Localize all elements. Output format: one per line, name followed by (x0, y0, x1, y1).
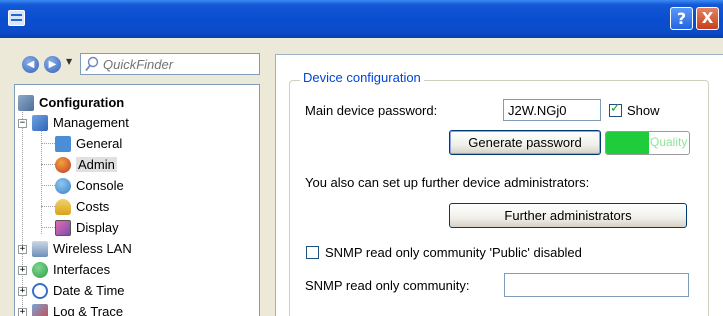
tree-node-label: Configuration (39, 95, 125, 110)
tree-node-configuration[interactable]: Configuration (18, 93, 124, 113)
tree-node-label: Wireless LAN (53, 241, 132, 256)
date-time-icon (32, 282, 48, 299)
collapse-management-toggle[interactable]: − (18, 119, 27, 128)
search-icon (85, 56, 99, 72)
navigation-toolbar: ◀ ▶ ▼ (14, 52, 260, 78)
administrators-info-text: You also can set up further device admin… (305, 175, 590, 190)
tree-node-interfaces[interactable]: Interfaces (32, 260, 110, 280)
admin-icon (55, 156, 71, 173)
tree-connector-line (41, 143, 55, 144)
interfaces-icon (32, 261, 48, 278)
forward-arrow-icon[interactable]: ▶ (44, 56, 61, 73)
tree-node-label: Date & Time (53, 283, 125, 298)
quickfinder-input[interactable] (103, 56, 253, 72)
management-icon (32, 114, 48, 131)
tree-node-label: Console (76, 178, 124, 193)
tree-connector-line (41, 185, 55, 186)
tree-node-label: Log & Trace (53, 304, 124, 316)
generate-password-button[interactable]: Generate password (449, 130, 601, 155)
expand-date-time-toggle[interactable]: + (18, 287, 27, 296)
quality-fill (606, 132, 650, 154)
console-icon (55, 177, 71, 194)
configuration-tree: Configuration − Management General Admin… (14, 84, 260, 316)
tree-connector-line (22, 107, 23, 316)
tree-node-general[interactable]: General (55, 134, 122, 154)
password-quality-meter: Quality (605, 131, 690, 155)
tree-node-label: Display (76, 220, 119, 235)
tree-node-label: Management (53, 115, 129, 130)
show-password-checkbox[interactable] (609, 101, 622, 117)
quickfinder-box[interactable] (80, 53, 260, 75)
expand-log-trace-toggle[interactable]: + (18, 308, 27, 316)
tree-connector-line (41, 164, 55, 165)
snmp-public-disabled-checkbox[interactable] (306, 246, 319, 259)
dropdown-arrow-icon[interactable]: ▼ (66, 57, 72, 66)
tree-node-log-trace[interactable]: Log & Trace (32, 302, 123, 316)
tree-node-costs[interactable]: Costs (55, 197, 109, 217)
costs-icon (55, 198, 71, 215)
snmp-community-field[interactable] (504, 273, 689, 297)
tree-node-management[interactable]: Management (32, 113, 129, 133)
expand-interfaces-toggle[interactable]: + (18, 266, 27, 275)
app-window-icon (8, 10, 25, 26)
tree-connector-line (41, 129, 42, 234)
snmp-public-disabled-label: SNMP read only community 'Public' disabl… (325, 245, 582, 260)
tree-node-label: Interfaces (53, 262, 111, 277)
tree-node-console[interactable]: Console (55, 176, 124, 196)
snmp-community-label: SNMP read only community: (305, 278, 470, 293)
tree-node-display[interactable]: Display (55, 218, 119, 238)
tree-node-date-time[interactable]: Date & Time (32, 281, 125, 301)
configuration-icon (18, 94, 34, 111)
tree-node-label: General (76, 136, 123, 151)
title-bar: ? X (0, 0, 723, 38)
tree-node-wireless-lan[interactable]: Wireless LAN (32, 239, 132, 259)
tree-node-admin[interactable]: Admin (55, 155, 117, 175)
tree-node-label: Costs (76, 199, 110, 214)
display-icon (55, 219, 71, 236)
back-arrow-icon[interactable]: ◀ (22, 56, 39, 73)
log-trace-icon (32, 303, 48, 316)
further-administrators-button[interactable]: Further administrators (449, 203, 687, 228)
quality-label: Quality (650, 135, 688, 149)
tree-connector-line (41, 227, 55, 228)
expand-wireless-lan-toggle[interactable]: + (18, 245, 27, 254)
show-label: Show (627, 103, 660, 118)
close-button[interactable]: X (696, 7, 719, 30)
password-field[interactable] (503, 99, 601, 121)
general-icon (55, 135, 71, 152)
tree-connector-line (41, 206, 55, 207)
group-title: Device configuration (300, 70, 424, 85)
password-label: Main device password: (305, 103, 438, 118)
help-button[interactable]: ? (670, 7, 693, 30)
wireless-lan-icon (32, 240, 48, 257)
tree-node-label: Admin (76, 157, 117, 172)
